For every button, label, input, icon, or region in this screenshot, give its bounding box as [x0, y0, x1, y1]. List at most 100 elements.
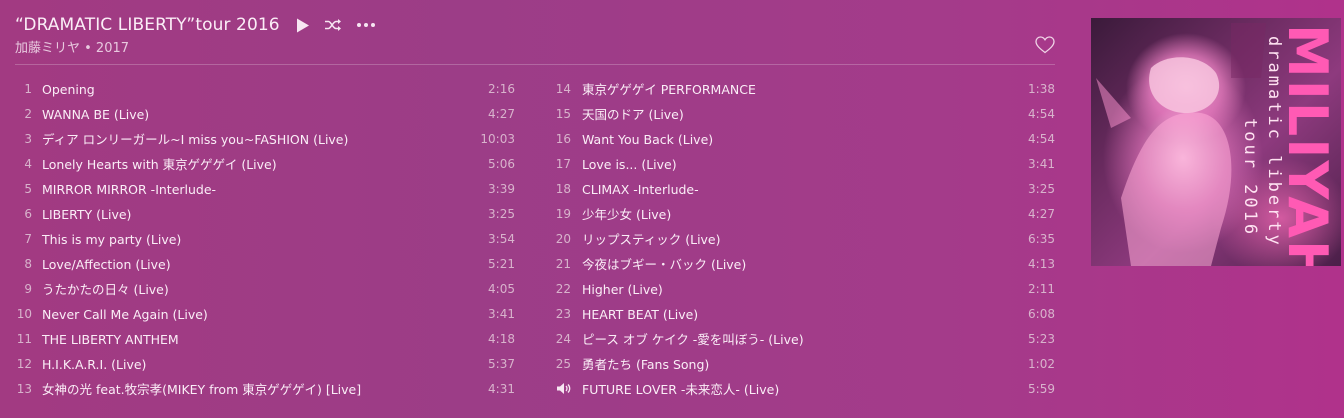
track-row[interactable]: 20 リップスティック (Live) 6:35: [555, 227, 1055, 252]
cover-tour-text: tour 2016: [1240, 118, 1260, 237]
track-row[interactable]: 2 WANNA BE (Live) 4:27: [15, 102, 515, 127]
speaker-icon: [555, 377, 571, 402]
album-cover-artwork: dramatic liberty tour 2016 MILIYAH: [1096, 23, 1339, 266]
track-duration: 4:13: [1028, 257, 1055, 271]
track-number: 16: [555, 132, 571, 146]
track-title: Never Call Me Again (Live): [42, 307, 208, 322]
track-duration: 4:27: [488, 107, 515, 121]
cover-artist-text: MILIYAH: [1276, 24, 1339, 266]
track-title: This is my party (Live): [42, 232, 182, 247]
track-duration: 4:27: [1028, 207, 1055, 221]
track-duration: 5:06: [488, 157, 515, 171]
track-title: THE LIBERTY ANTHEM: [42, 332, 179, 347]
track-row[interactable]: 15 天国のドア (Live) 4:54: [555, 102, 1055, 127]
track-row[interactable]: 19 少年少女 (Live) 4:27: [555, 202, 1055, 227]
track-row[interactable]: 16 Want You Back (Live) 4:54: [555, 127, 1055, 152]
track-row[interactable]: 22 Higher (Live) 2:11: [555, 277, 1055, 302]
heart-icon: [1035, 36, 1055, 54]
track-list-left: 1 Opening 2:16 2 WANNA BE (Live) 4:27 3 ディア ロンリ…: [15, 77, 515, 402]
track-title: 勇者たち (Fans Song): [582, 357, 710, 372]
track-row[interactable]: 9 うたかたの日々 (Live) 4:05: [15, 277, 515, 302]
track-duration: 3:41: [1028, 157, 1055, 171]
track-title: HEART BEAT (Live): [582, 307, 699, 322]
track-number: 11: [16, 332, 32, 346]
track-number: 2: [24, 107, 32, 121]
track-title: H.I.K.A.R.I. (Live): [42, 357, 147, 372]
track-title: 東京ゲゲゲイ PERFORMANCE: [582, 82, 756, 97]
track-duration: 3:25: [1028, 182, 1055, 196]
track-row[interactable]: 7 This is my party (Live) 3:54: [15, 227, 515, 252]
track-number: 1: [24, 82, 32, 96]
track-row[interactable]: 1 Opening 2:16: [15, 77, 515, 102]
track-number: 8: [24, 257, 32, 271]
track-duration: 2:16: [488, 82, 515, 96]
track-duration: 4:54: [1028, 107, 1055, 121]
track-title: Higher (Live): [582, 282, 663, 297]
track-row[interactable]: 5 MIRROR MIRROR -Interlude- 3:39: [15, 177, 515, 202]
track-row[interactable]: 25 勇者たち (Fans Song) 1:02: [555, 352, 1055, 377]
track-title: Love is... (Live): [582, 157, 677, 172]
more-button[interactable]: [356, 22, 376, 28]
track-title: CLIMAX -Interlude-: [582, 182, 699, 197]
track-title: 少年少女 (Live): [582, 207, 672, 222]
track-number: 23: [555, 307, 571, 321]
track-row[interactable]: 21 今夜はブギー・バック (Live) 4:13: [555, 252, 1055, 277]
track-number: 20: [555, 232, 571, 246]
track-list-right: 14 東京ゲゲゲイ PERFORMANCE 1:38 15 天国のドア (Live) 4:…: [555, 77, 1055, 402]
more-icon: [356, 23, 375, 27]
track-duration: 1:02: [1028, 357, 1055, 371]
track-row[interactable]: 12 H.I.K.A.R.I. (Live) 5:37: [15, 352, 515, 377]
track-number: 10: [16, 307, 32, 321]
album-cover[interactable]: dramatic liberty tour 2016 MILIYAH: [1091, 18, 1341, 266]
track-row[interactable]: 18 CLIMAX -Interlude- 3:25: [555, 177, 1055, 202]
track-row[interactable]: 14 東京ゲゲゲイ PERFORMANCE 1:38: [555, 77, 1055, 102]
album-header: “DRAMATIC LIBERTY”tour 2016 加藤ミリヤ • 2017: [15, 10, 1055, 64]
header-divider: [15, 64, 1055, 65]
track-row[interactable]: 8 Love/Affection (Live) 5:21: [15, 252, 515, 277]
track-title: 今夜はブギー・バック (Live): [582, 257, 747, 272]
play-icon: [296, 18, 309, 32]
track-duration: 5:23: [1028, 332, 1055, 346]
track-title: Love/Affection (Live): [42, 257, 171, 272]
track-title: MIRROR MIRROR -Interlude-: [42, 182, 217, 197]
track-duration: 5:37: [488, 357, 515, 371]
shuffle-icon: [324, 19, 341, 31]
track-number: 7: [24, 232, 32, 246]
track-duration: 3:39: [488, 182, 515, 196]
track-row[interactable]: 24 ピース オブ ケイク -愛を叫ぼう- (Live) 5:23: [555, 327, 1055, 352]
track-duration: 4:31: [488, 382, 515, 396]
track-duration: 3:25: [488, 207, 515, 221]
track-number: 12: [16, 357, 32, 371]
track-row[interactable]: 3 ディア ロンリーガール~I miss you~FASHION (Live) 10…: [15, 127, 515, 152]
track-row[interactable]: FUTURE LOVER -未来恋人- (Live) 5:59: [555, 377, 1055, 402]
track-title: ピース オブ ケイク -愛を叫ぼう- (Live): [582, 332, 804, 347]
track-row[interactable]: 11 THE LIBERTY ANTHEM 4:18: [15, 327, 515, 352]
track-number: 24: [555, 332, 571, 346]
track-row[interactable]: 10 Never Call Me Again (Live) 3:41: [15, 302, 515, 327]
title-row: “DRAMATIC LIBERTY”tour 2016: [15, 10, 1055, 40]
track-duration: 4:05: [488, 282, 515, 296]
track-row[interactable]: 17 Love is... (Live) 3:41: [555, 152, 1055, 177]
track-title: Opening: [42, 82, 95, 97]
track-title: Want You Back (Live): [582, 132, 714, 147]
track-title: WANNA BE (Live): [42, 107, 150, 122]
shuffle-button[interactable]: [324, 18, 342, 32]
track-row[interactable]: 4 Lonely Hearts with 東京ゲゲゲイ (Live) 5:06: [15, 152, 515, 177]
track-number: 17: [555, 157, 571, 171]
track-title: 女神の光 feat.牧宗孝(MIKEY from 東京ゲゲゲイ) [Live]: [42, 382, 362, 397]
favorite-button[interactable]: [1035, 36, 1055, 58]
track-row[interactable]: 6 LIBERTY (Live) 3:25: [15, 202, 515, 227]
track-row[interactable]: 13 女神の光 feat.牧宗孝(MIKEY from 東京ゲゲゲイ) [Live…: [15, 377, 515, 402]
track-duration: 2:11: [1028, 282, 1055, 296]
play-button[interactable]: [296, 18, 310, 33]
track-duration: 5:59: [1028, 382, 1055, 396]
track-duration: 10:03: [480, 132, 515, 146]
track-number: 3: [24, 132, 32, 146]
track-title: FUTURE LOVER -未来恋人- (Live): [582, 382, 780, 397]
track-number: 5: [24, 182, 32, 196]
track-duration: 6:35: [1028, 232, 1055, 246]
track-row[interactable]: 23 HEART BEAT (Live) 6:08: [555, 302, 1055, 327]
album-title: “DRAMATIC LIBERTY”tour 2016: [15, 15, 280, 35]
track-number: 4: [24, 157, 32, 171]
track-number: 15: [555, 107, 571, 121]
